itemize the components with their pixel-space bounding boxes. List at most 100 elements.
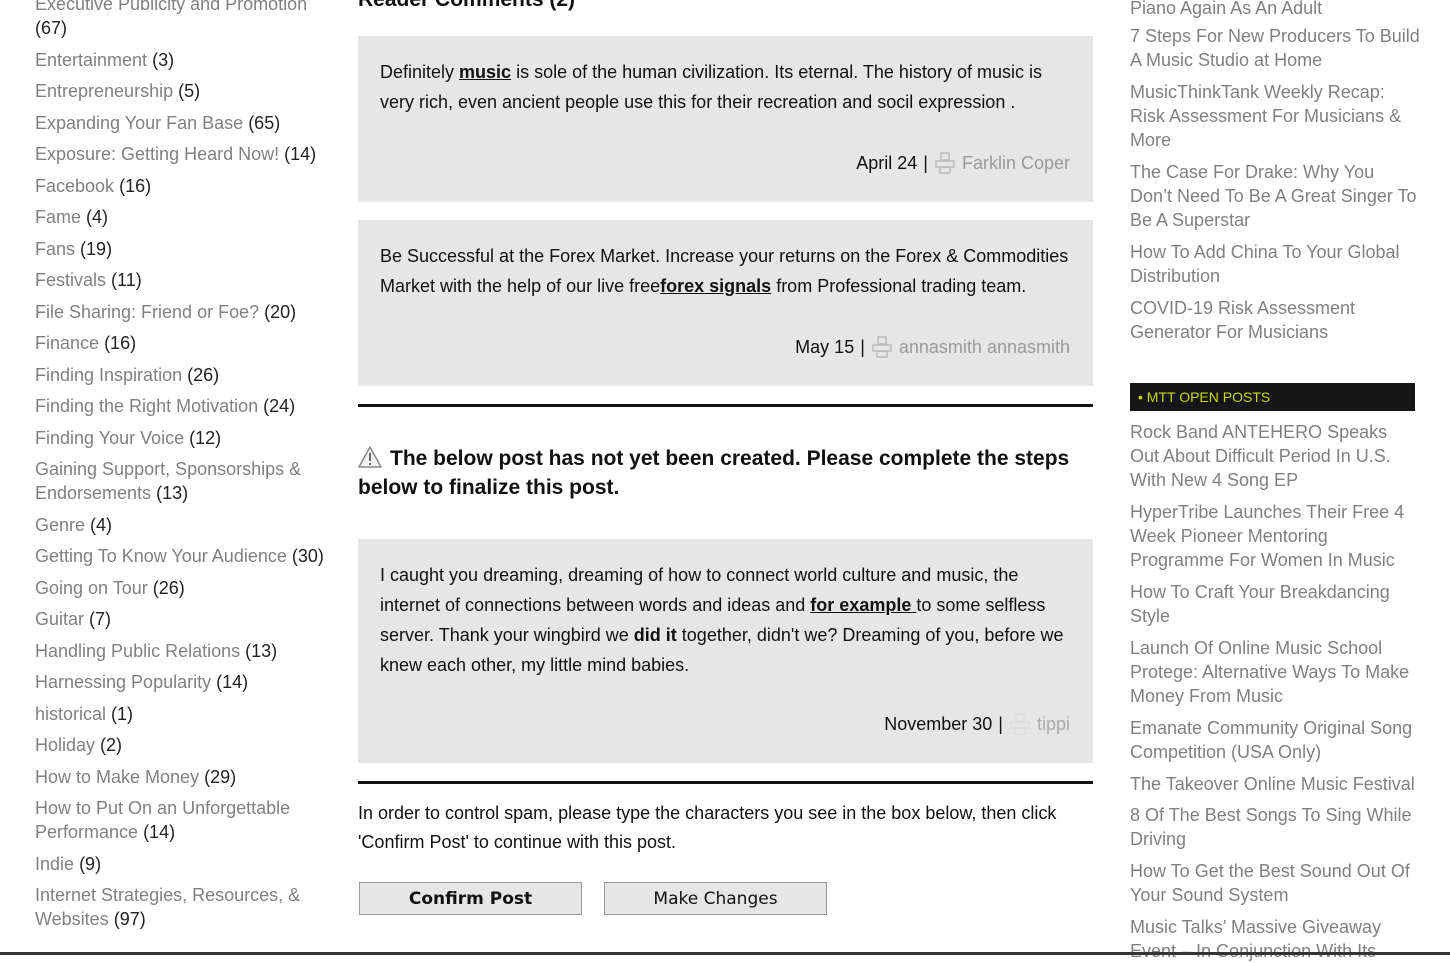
avatar-icon [1010,713,1030,735]
category-link[interactable]: Going on Tour [35,578,148,598]
comment-text: I caught you dreaming, dreaming of how t… [380,560,1071,680]
category-link[interactable]: Finance [35,333,99,353]
preview-comment-card: I caught you dreaming, dreaming of how t… [358,539,1093,763]
category-count: (16) [104,333,137,353]
category-item: historical (1) [35,702,335,726]
category-link[interactable]: Internet Strategies, Resources, & Websit… [35,885,300,929]
category-item: Facebook (16) [35,174,335,198]
comment-text-part: Definitely [380,62,460,82]
category-count: (4) [86,207,109,227]
comment-date: November 30 [884,713,993,734]
avatar-icon [935,152,955,174]
open-post-link[interactable]: Launch Of Online Music School Protege: A… [1130,636,1420,708]
category-count: (13) [245,640,278,661]
category-item: Expanding Your Fan Base (65) [35,111,335,135]
category-item: Finding Inspiration (26) [35,363,335,387]
comment-text: Be Successful at the Forex Market. Incre… [380,241,1071,301]
category-link[interactable]: Finding Your Voice [35,428,184,448]
category-link[interactable]: Facebook [35,176,114,196]
divider [358,404,1093,407]
open-post-link[interactable]: Rock Band ANTEHERO Speaks Out About Diff… [1130,420,1420,492]
category-link[interactable]: Expanding Your Fan Base [35,113,243,133]
category-item: Finding Your Voice (12) [35,426,335,450]
category-count: (67) [35,18,68,38]
open-post-link[interactable]: HyperTribe Launches Their Free 4 Week Pi… [1130,500,1420,572]
category-item: Indie (9) [35,852,335,876]
open-post-link[interactable]: Music Talks’ Massive Giveaway Event – In… [1130,915,1420,963]
open-post-link[interactable]: 8 Of The Best Songs To Sing While Drivin… [1130,803,1420,851]
category-item: Finance (16) [35,331,335,355]
category-count: (3) [152,49,175,70]
category-list: Executive Publicity and Promotion (67) E… [35,0,335,939]
category-count: (5) [178,81,201,101]
comment-link[interactable]: for example [810,595,916,615]
open-post-link[interactable]: The Takeover Online Music Festival [1130,772,1420,796]
recent-post-link[interactable]: How To Add China To Your Global Distribu… [1130,240,1420,288]
comment-date: April 24 [856,152,918,173]
category-item: Executive Publicity and Promotion (67) [35,0,335,40]
category-count: (26) [152,577,185,598]
recent-post-link[interactable]: The Case For Drake: Why You Don’t Need T… [1130,160,1420,232]
open-post-link[interactable]: Emanate Community Original Song Competit… [1130,716,1420,764]
confirm-post-button[interactable]: Confirm Post [359,882,582,915]
comment-link[interactable]: forex signals [660,276,771,296]
comment-author[interactable]: Farklin Coper [962,153,1070,174]
category-item: Fans (19) [35,237,335,261]
category-link[interactable]: Fans [35,239,75,259]
category-link[interactable]: How to Make Money [35,767,199,787]
category-count: (14) [216,672,249,692]
category-link[interactable]: Fame [35,207,81,227]
category-link[interactable]: Entrepreneurship [35,81,173,101]
category-item: Entrepreneurship (5) [35,79,335,103]
category-count: (97) [113,909,146,929]
divider [358,781,1093,784]
category-item: Handling Public Relations (13) [35,639,335,663]
category-count: (9) [79,853,102,874]
category-item: Fame (4) [35,205,335,229]
open-post-link[interactable]: How To Get the Best Sound Out Of Your So… [1130,859,1420,907]
category-link[interactable]: Exposure: Getting Heard Now! [35,144,279,164]
category-link[interactable]: Finding the Right Motivation [35,396,258,416]
category-link[interactable]: File Sharing: Friend or Foe? [35,302,259,322]
recent-post-link[interactable]: COVID-19 Risk Assessment Generator For M… [1130,296,1420,344]
warning-text: The below post has not yet been created.… [358,447,1070,499]
recent-post-link[interactable]: 7 Steps For New Producers To Build A Mus… [1130,24,1420,72]
category-item: How to Put On an Unforgettable Performan… [35,796,335,844]
category-link[interactable]: Executive Publicity and Promotion [35,0,307,14]
comment-author: tippi [1036,713,1070,734]
category-count: (1) [111,703,134,724]
comment-date: May 15 [795,336,855,357]
category-link[interactable]: Harnessing Popularity [35,672,211,692]
make-changes-button[interactable]: Make Changes [604,882,827,915]
category-item: Genre (4) [35,513,335,537]
category-link[interactable]: Finding Inspiration [35,365,182,385]
category-link[interactable]: Indie [35,854,74,874]
category-link[interactable]: historical [35,704,106,724]
warning-icon [358,446,382,468]
category-item: Internet Strategies, Resources, & Websit… [35,883,335,931]
category-item: Exposure: Getting Heard Now! (14) [35,142,335,166]
comment-text: Definitely music is sole of the human ci… [380,57,1071,117]
meta-separator: | [998,713,1003,734]
comment-author[interactable]: annasmith annasmith [899,337,1070,358]
category-link[interactable]: Festivals [35,270,106,290]
category-link[interactable]: Genre [35,515,85,535]
category-link[interactable]: Getting To Know Your Audience [35,546,287,566]
category-link[interactable]: Handling Public Relations [35,641,240,661]
category-item: Finding the Right Motivation (24) [35,394,335,418]
open-post-link[interactable]: How To Craft Your Breakdancing Style [1130,580,1420,628]
comment-card: Be Successful at the Forex Market. Incre… [358,220,1093,386]
category-link[interactable]: Entertainment [35,50,147,70]
category-link[interactable]: Holiday [35,735,95,755]
category-item: Gaining Support, Sponsorships & Endorsem… [35,457,335,505]
comment-card: Definitely music is sole of the human ci… [358,36,1093,202]
category-count: (16) [119,175,152,196]
category-count: (29) [204,766,237,787]
comment-link[interactable]: music [459,62,511,82]
recent-post-link[interactable]: Piano Again As An Adult [1130,0,1420,20]
category-link[interactable]: Guitar [35,609,84,629]
category-count: (24) [263,396,296,416]
category-item: Harnessing Popularity (14) [35,670,335,694]
recent-post-link[interactable]: MusicThinkTank Weekly Recap: Risk Assess… [1130,80,1420,152]
category-count: (7) [89,609,112,629]
